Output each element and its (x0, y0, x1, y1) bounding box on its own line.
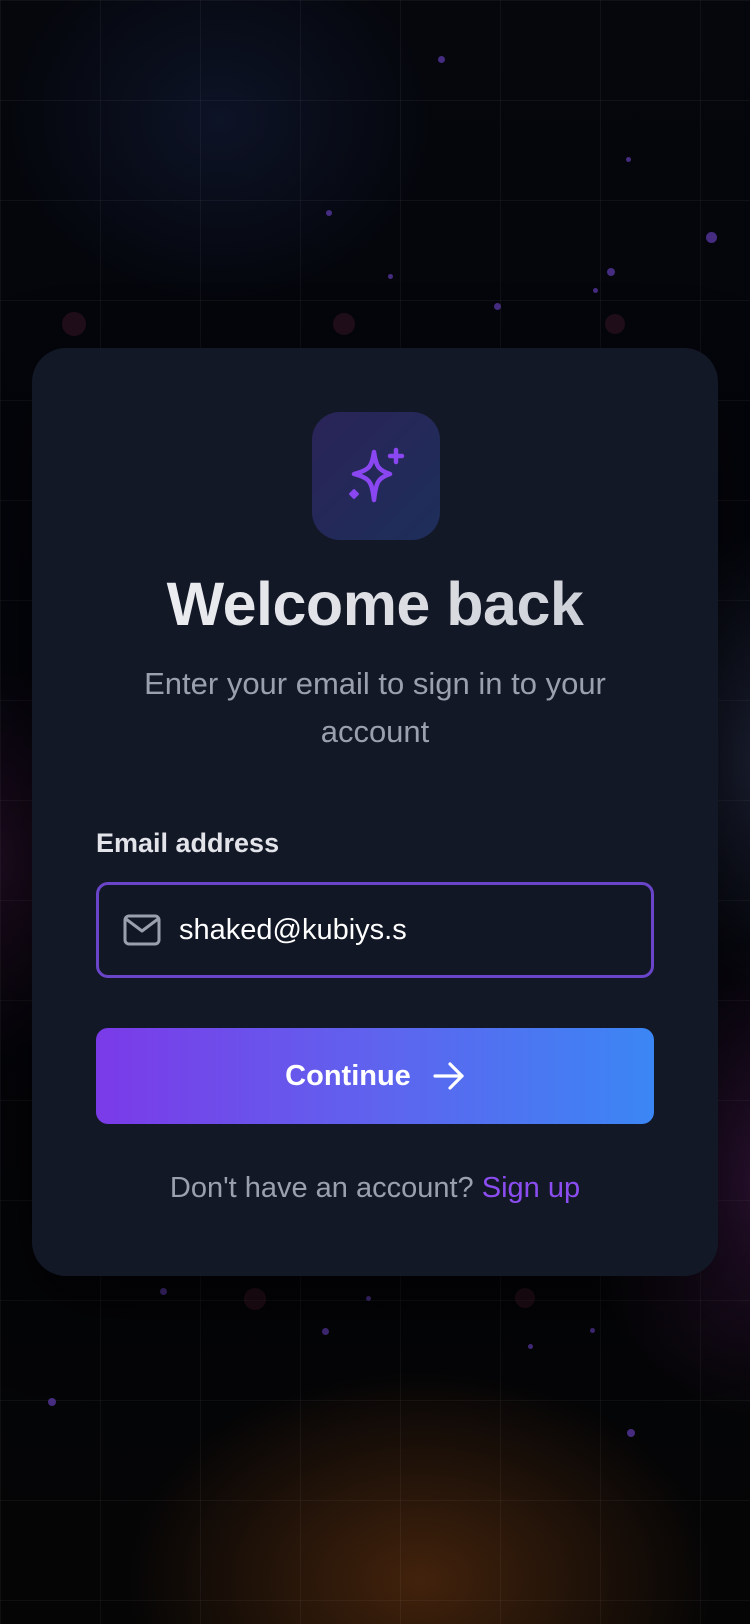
sparkles-icon (349, 447, 405, 503)
email-field[interactable] (96, 882, 654, 978)
signup-prompt: Don't have an account? (169, 1172, 474, 1204)
email-input[interactable] (179, 885, 639, 975)
signup-row: Don't have an account? Sign up (32, 1172, 718, 1205)
background-particle (333, 313, 355, 335)
email-label: Email address (96, 828, 280, 858)
sign-in-card: Welcome back Enter your email to sign in… (32, 348, 718, 1276)
background-particle (326, 210, 332, 216)
continue-button[interactable]: Continue (96, 1028, 654, 1124)
background-particle (528, 1344, 533, 1349)
background-particle (607, 268, 615, 276)
background-particle (438, 56, 445, 63)
login-screen: Welcome back Enter your email to sign in… (0, 0, 750, 1624)
background-particle (160, 1288, 167, 1295)
background-particle (627, 1429, 635, 1437)
page-subtitle: Enter your email to sign in to your acco… (144, 666, 606, 749)
app-logo (312, 412, 440, 540)
background-particle (366, 1296, 371, 1301)
mail-icon (123, 914, 161, 946)
signup-link[interactable]: Sign up (482, 1172, 580, 1204)
background-particle (515, 1288, 535, 1308)
background-particle (494, 303, 501, 310)
background-particle (706, 232, 717, 243)
background-particle (244, 1288, 266, 1310)
continue-button-label: Continue (285, 1059, 411, 1092)
background-particle (626, 157, 631, 162)
page-title: Welcome back (32, 568, 718, 640)
background-particle (590, 1328, 595, 1333)
background-particle (62, 312, 86, 336)
background-particle (322, 1328, 329, 1335)
arrow-right-icon (433, 1062, 464, 1090)
background-particle (48, 1398, 56, 1406)
background-particle (593, 288, 598, 293)
background-particle (388, 274, 393, 279)
background-particle (605, 314, 625, 334)
